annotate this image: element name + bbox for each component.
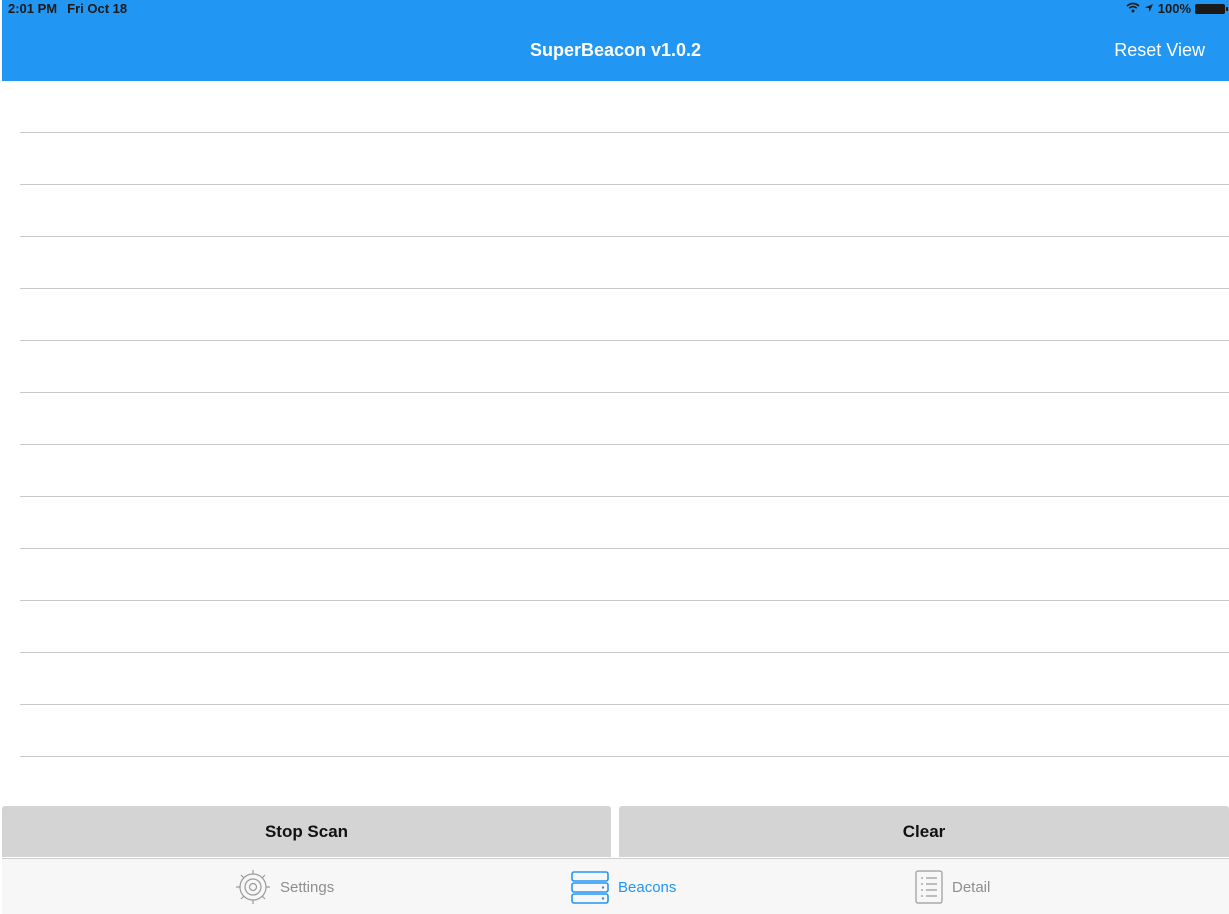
list-item[interactable] (20, 393, 1229, 445)
tab-settings[interactable]: Settings (234, 859, 334, 914)
list-item[interactable] (20, 601, 1229, 653)
list-item[interactable] (20, 705, 1229, 757)
action-bar: Stop Scan Clear (2, 806, 1229, 857)
status-date: Fri Oct 18 (67, 1, 128, 16)
beacon-list[interactable] (20, 81, 1229, 757)
location-icon (1144, 3, 1154, 15)
tab-detail-label: Detail (952, 878, 991, 896)
detail-list-icon (914, 869, 944, 905)
beacons-stack-icon (570, 868, 610, 906)
tab-bar: Settings Beacons Detail (2, 858, 1229, 914)
header: 2:01 PM Fri Oct 18 100% SuperBeacon v1.0… (2, 0, 1229, 81)
list-item[interactable] (20, 445, 1229, 497)
battery-icon (1195, 3, 1228, 14)
tab-detail[interactable]: Detail (914, 859, 990, 914)
tab-beacons-label: Beacons (618, 878, 677, 896)
status-time: 2:01 PM (8, 1, 58, 16)
page-title: SuperBeacon v1.0.2 (529, 40, 702, 60)
tab-beacons[interactable]: Beacons (570, 859, 676, 914)
tab-settings-label: Settings (280, 878, 335, 896)
list-item[interactable] (20, 289, 1229, 341)
wifi-icon (1126, 2, 1140, 15)
list-item[interactable] (20, 81, 1229, 133)
list-item[interactable] (20, 653, 1229, 705)
status-bar: 2:01 PM Fri Oct 18 100% (2, 0, 1229, 18)
list-item[interactable] (20, 237, 1229, 289)
reset-view-button[interactable]: Reset View (1114, 40, 1205, 61)
list-item[interactable] (20, 549, 1229, 601)
battery-percent: 100% (1157, 1, 1191, 16)
app-screen: 2:01 PM Fri Oct 18 100% SuperBeacon v1.0… (0, 0, 1229, 914)
list-item[interactable] (20, 341, 1229, 393)
clear-button[interactable]: Clear (619, 806, 1229, 857)
list-item[interactable] (20, 185, 1229, 237)
list-item[interactable] (20, 497, 1229, 549)
list-item[interactable] (20, 133, 1229, 185)
stop-scan-button[interactable]: Stop Scan (2, 806, 611, 857)
status-left: 2:01 PM Fri Oct 18 (8, 1, 127, 16)
status-right: 100% (1126, 1, 1228, 16)
settings-gear-icon (234, 868, 272, 906)
